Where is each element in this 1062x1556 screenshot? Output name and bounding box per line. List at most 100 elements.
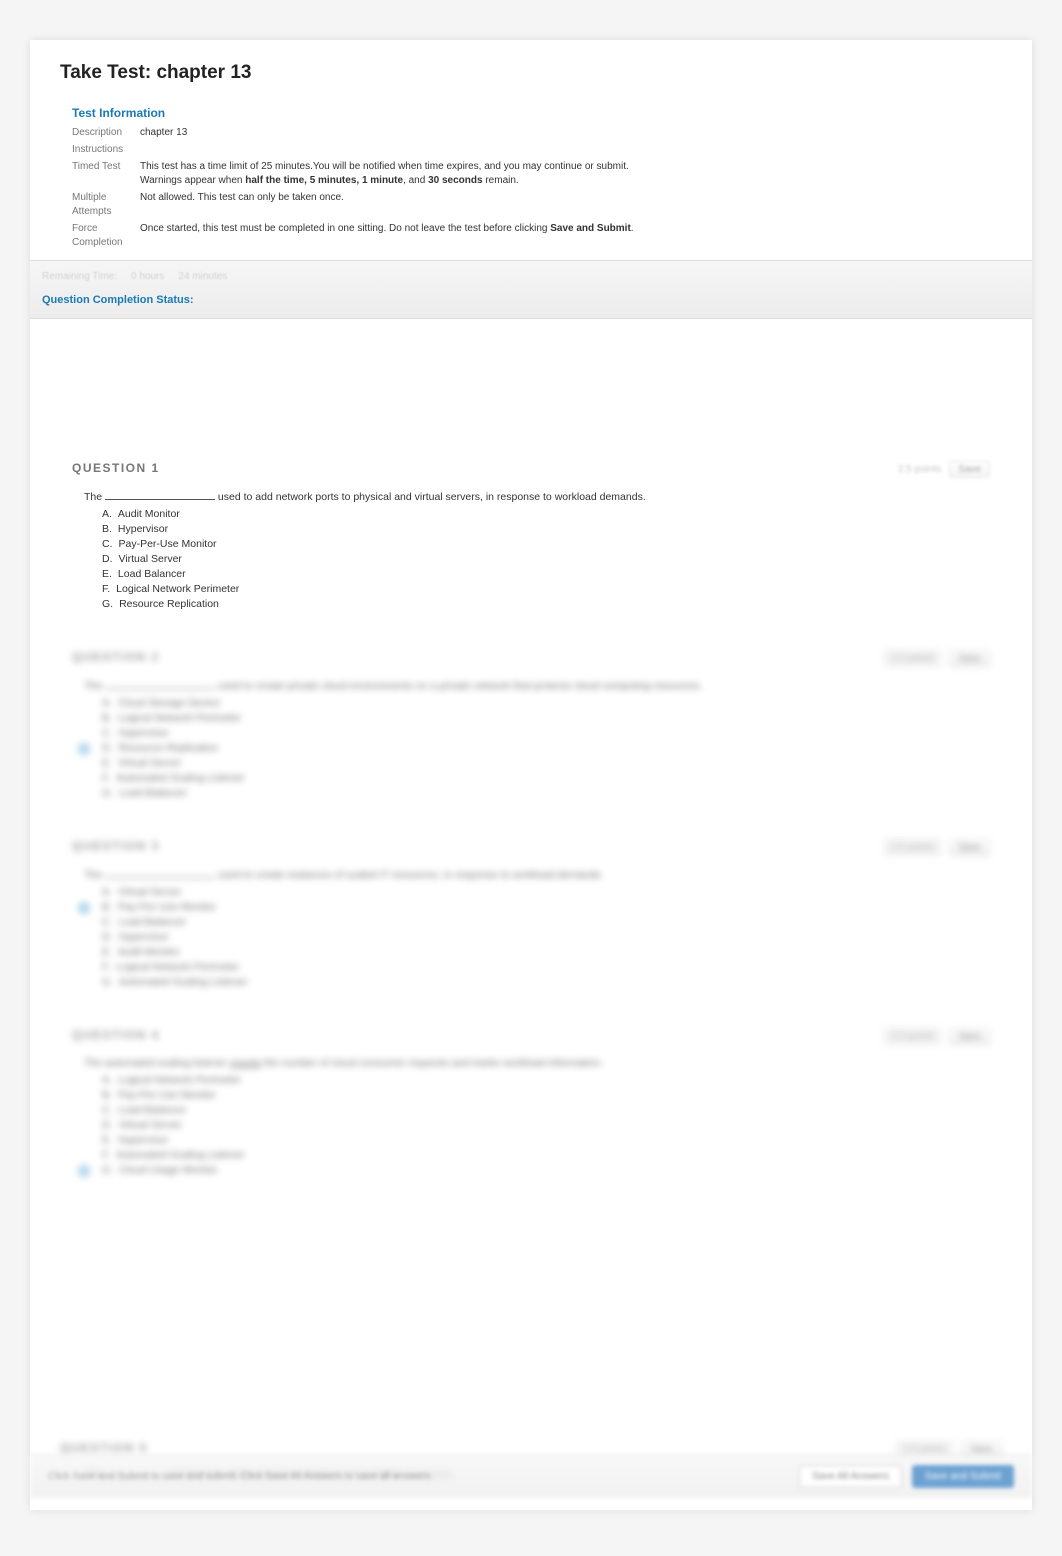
option-letter: C.: [102, 538, 113, 550]
question-completion-status-label: Question Completion Status:: [42, 294, 1020, 306]
instructions-label: Instructions: [72, 143, 140, 157]
timed-test-value: This test has a time limit of 25 minutes…: [140, 160, 1002, 188]
question-4-option-f[interactable]: F.Automated Scaling Listener: [102, 1149, 990, 1161]
question-1-option-c[interactable]: C.Pay-Per-Use Monitor: [102, 538, 990, 550]
question-3-option-a[interactable]: A.Virtual Server: [102, 886, 990, 898]
question-1-option-d[interactable]: D. Virtual Server: [102, 553, 990, 565]
option-letter: E.: [102, 946, 112, 958]
instructions-value: [140, 143, 1002, 157]
option-letter: B.: [102, 1089, 112, 1101]
force-completion-value: Once started, this test must be complete…: [140, 222, 1002, 250]
option-text: Pay-Per-Use Monitor: [118, 901, 216, 913]
multiple-attempts-label: Multiple Attempts: [72, 191, 140, 219]
remaining-minutes: 24 minutes: [178, 271, 227, 282]
option-letter: F.: [102, 1149, 110, 1161]
radio-selected-icon: [78, 902, 90, 914]
option-text: Hypervisor: [118, 1134, 168, 1146]
option-letter: F.: [102, 583, 110, 595]
option-letter: D.: [102, 742, 113, 754]
option-text: Cloud Usage Monitor: [119, 1164, 218, 1176]
option-letter: A.: [102, 697, 112, 709]
question-2-option-c[interactable]: C.Hypervisor: [102, 727, 990, 739]
question-4: QUESTION 4 2.5 points Save The automated…: [72, 1028, 990, 1176]
radio-selected-icon: [78, 743, 90, 755]
question-1-option-g[interactable]: G.Resource Replication: [102, 598, 990, 610]
question-2-points: 2.5 points: [884, 650, 941, 667]
option-text: Audit Monitor: [118, 508, 180, 520]
question-1-option-f[interactable]: F.Logical Network Perimeter: [102, 583, 990, 595]
option-text: Logical Network Perimeter: [118, 712, 241, 724]
option-letter: A.: [102, 886, 112, 898]
option-text: Logical Network Perimeter: [116, 961, 239, 973]
force-completion-label: Force Completion: [72, 222, 140, 250]
save-and-submit-button[interactable]: Save and Submit: [912, 1465, 1014, 1488]
question-4-option-b[interactable]: B. Pay-Per-Use Monitor: [102, 1089, 990, 1101]
test-information-header: Test Information: [72, 106, 1002, 120]
question-3-option-g[interactable]: G.Automated Scaling Listener: [102, 976, 990, 988]
question-1: QUESTION 1 2.5 points Save The used to a…: [72, 461, 990, 610]
option-letter: G.: [102, 787, 113, 799]
question-2-save-button[interactable]: Save: [949, 650, 990, 667]
option-text: Load Balancer: [118, 568, 186, 580]
option-letter: E.: [102, 568, 112, 580]
option-text: Resource Replication: [119, 598, 219, 610]
option-text: Audit Monitor: [118, 946, 180, 958]
option-text: Pay-Per-Use Monitor: [118, 1089, 216, 1101]
question-1-text: The used to add network ports to physica…: [84, 490, 990, 503]
option-text: Load Balancer: [119, 787, 187, 799]
question-2-option-b[interactable]: B. Logical Network Perimeter: [102, 712, 990, 724]
question-3-option-b[interactable]: B. Pay-Per-Use Monitor: [102, 901, 990, 913]
question-4-option-d[interactable]: D.Virtual Server: [102, 1119, 990, 1131]
status-bar: Remaining Time: 0 hours 24 minutes Quest…: [30, 260, 1032, 319]
option-letter: E.: [102, 757, 112, 769]
question-4-option-e[interactable]: E. Hypervisor: [102, 1134, 990, 1146]
description-label: Description: [72, 126, 140, 140]
question-1-points: 2.5 points: [898, 464, 941, 475]
question-4-option-a[interactable]: A.Logical Network Perimeter: [102, 1074, 990, 1086]
save-all-answers-button[interactable]: Save All Answers: [799, 1465, 902, 1488]
question-1-option-b[interactable]: B.Hypervisor: [102, 523, 990, 535]
question-4-save-button[interactable]: Save: [949, 1028, 990, 1045]
question-1-save-button[interactable]: Save: [949, 461, 990, 478]
question-2: QUESTION 2 2.5 points Save The used to c…: [72, 650, 990, 799]
option-letter: A.: [102, 1074, 112, 1086]
question-3-option-e[interactable]: E. Audit Monitor: [102, 946, 990, 958]
option-letter: A.: [102, 508, 112, 520]
question-2-option-d[interactable]: D.Resource Replication: [102, 742, 990, 754]
option-letter: E.: [102, 1134, 112, 1146]
question-4-option-g[interactable]: G.Cloud Usage Monitor: [102, 1164, 990, 1176]
option-letter: D.: [102, 1119, 113, 1131]
question-1-option-e[interactable]: E. Load Balancer: [102, 568, 990, 580]
question-4-option-c[interactable]: C.Load Balancer: [102, 1104, 990, 1116]
question-3-option-c[interactable]: C.Load Balancer: [102, 916, 990, 928]
question-1-title: QUESTION 1: [72, 461, 160, 475]
question-2-option-g[interactable]: G. Load Balancer: [102, 787, 990, 799]
option-text: Cloud Storage Device: [118, 697, 220, 709]
option-letter: B.: [102, 901, 112, 913]
question-2-option-e[interactable]: E. Virtual Server: [102, 757, 990, 769]
option-text: Load Balancer: [119, 916, 187, 928]
question-3-option-f[interactable]: F. Logical Network Perimeter: [102, 961, 990, 973]
question-4-text: The automated scaling listener counts th…: [84, 1057, 990, 1069]
option-letter: F.: [102, 961, 110, 973]
footer-bar: Click Save and Submit to save and submit…: [30, 1454, 1032, 1498]
question-4-points: 2.5 points: [884, 1028, 941, 1045]
question-2-option-a[interactable]: A. Cloud Storage Device: [102, 697, 990, 709]
question-3-title: QUESTION 3: [72, 839, 160, 853]
remaining-hours: 0 hours: [131, 271, 164, 282]
question-3-save-button[interactable]: Save: [949, 839, 990, 856]
option-text: Virtual Server: [119, 553, 182, 565]
description-value: chapter 13: [140, 126, 1002, 140]
option-letter: B.: [102, 523, 112, 535]
option-text: Virtual Server: [118, 757, 181, 769]
question-3: QUESTION 3 2.5 points Save The used to c…: [72, 839, 990, 988]
question-2-text: The used to create private cloud environ…: [84, 679, 990, 692]
option-letter: B.: [102, 712, 112, 724]
option-letter: C.: [102, 727, 113, 739]
question-3-option-d[interactable]: D.Hypervisor: [102, 931, 990, 943]
option-text: Automated Scaling Listener: [119, 976, 247, 988]
option-letter: D.: [102, 553, 113, 565]
question-1-option-a[interactable]: A. Audit Monitor: [102, 508, 990, 520]
question-2-option-f[interactable]: F.Automated Scaling Listener: [102, 772, 990, 784]
option-letter: F.: [102, 772, 110, 784]
